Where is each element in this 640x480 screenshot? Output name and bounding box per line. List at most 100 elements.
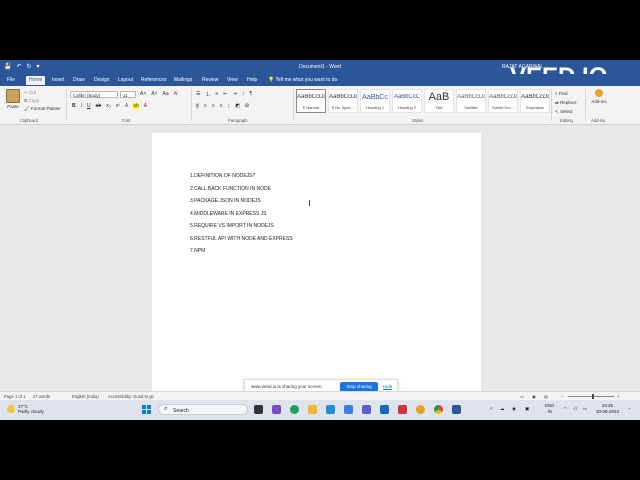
volume-icon[interactable]: ◁ [573, 406, 576, 412]
read-mode-icon[interactable]: ▭ [520, 394, 524, 399]
media-icon[interactable] [398, 405, 407, 414]
zoom-in-icon[interactable]: + [617, 394, 619, 399]
file-explorer-icon[interactable] [308, 405, 317, 414]
system-clock[interactable]: 23:25 30-09-2023 [596, 403, 619, 415]
tab-mailings[interactable]: Mailings [171, 76, 195, 85]
doc-line[interactable]: 1.DEFINITION OF NODEJS? [190, 173, 255, 179]
mail-icon[interactable] [380, 405, 389, 414]
tab-layout[interactable]: Layout [115, 76, 136, 85]
doc-line[interactable]: 4.MIDDLEWARE IN EXPRESS JS [190, 211, 267, 217]
battery-icon[interactable]: ▭ [583, 406, 587, 412]
align-right-icon[interactable]: ≡ [212, 103, 215, 109]
shrink-font-icon[interactable]: A˅ [151, 91, 157, 97]
copy-button[interactable]: ⧉ Copy [24, 97, 61, 105]
app-icon[interactable] [416, 405, 425, 414]
style-normal[interactable]: AaBbCcDd ¶ Normal [296, 89, 326, 113]
numbering-icon[interactable]: ⒈ [205, 91, 210, 98]
justify-icon[interactable]: ≡ [220, 103, 223, 109]
decrease-indent-icon[interactable]: ⇤ [223, 91, 227, 98]
doc-line[interactable]: 3.PACKAGE.JSON IN NODEJS [190, 198, 261, 204]
bullets-icon[interactable]: ☰ [196, 91, 200, 98]
doc-line[interactable]: 5.REQUIRE VS IMPORT IN NODEJS [190, 223, 274, 229]
select-button[interactable]: ↖ Select [555, 107, 577, 116]
tray-chevron-icon[interactable]: ˄ [490, 406, 493, 411]
web-layout-icon[interactable]: ▤ [544, 394, 548, 399]
tab-insert[interactable]: Insert [49, 76, 68, 85]
multilevel-list-icon[interactable]: ≡ [216, 91, 219, 98]
sort-icon[interactable]: ↕ [242, 91, 245, 98]
font-size-select[interactable]: 11 [120, 91, 136, 98]
weather-widget[interactable]: 27°C Partly cloudy [7, 404, 44, 414]
tab-review[interactable]: Review [199, 76, 221, 85]
chat-icon[interactable] [272, 405, 281, 414]
windows-start-icon[interactable] [142, 405, 151, 414]
photos-icon[interactable] [344, 405, 353, 414]
format-painter-button[interactable]: 🖌 Format Painter [24, 105, 61, 113]
store-icon[interactable] [326, 405, 335, 414]
strikethrough-icon[interactable]: ab [96, 103, 102, 109]
doc-line[interactable]: 2.CALL BACK FUNCTION IN NODE [190, 186, 271, 192]
hide-link[interactable]: Hide [383, 384, 392, 389]
cut-button[interactable]: ✂ Cut [24, 89, 61, 97]
chrome-icon[interactable] [434, 405, 443, 414]
style-title[interactable]: AaB Title [424, 89, 454, 113]
page-count[interactable]: Page 1 of 1 [4, 394, 25, 399]
pilcrow-icon[interactable]: ¶ [249, 91, 252, 98]
zoom-slider[interactable] [568, 396, 614, 397]
clear-format-icon[interactable]: A̸ [174, 91, 177, 97]
accessibility-status[interactable]: Accessibility: Good to go [108, 394, 154, 399]
task-view-icon[interactable] [254, 405, 263, 414]
change-case-icon[interactable]: Aa [163, 91, 169, 97]
shading-icon[interactable]: ◩ [235, 103, 240, 109]
zoom-thumb[interactable] [592, 394, 594, 399]
tray-cloud-icon[interactable]: ☁ [500, 406, 504, 412]
increase-indent-icon[interactable]: ⇥ [233, 91, 237, 98]
style-subtle-emphasis[interactable]: AaBbCcDd Subtle Em... [488, 89, 518, 113]
tab-references[interactable]: References [138, 76, 170, 85]
bold-icon[interactable]: B [72, 103, 76, 109]
tray-chat-icon[interactable]: ▣ [525, 406, 529, 412]
borders-icon[interactable]: ⊞ [245, 103, 249, 109]
language-status[interactable]: English (India) [72, 394, 99, 399]
doc-line[interactable]: 6.RESTFUL API WITH NODE AND EXPRESS [190, 236, 293, 242]
doc-line[interactable]: 7.NPM [190, 248, 205, 254]
paste-button[interactable]: Paste [5, 89, 21, 109]
style-heading-2[interactable]: AaBbCcC Heading 2 [392, 89, 422, 113]
align-left-icon[interactable]: ≡ [196, 103, 199, 109]
style-no-spacing[interactable]: AaBbCcDd ¶ No Spac... [328, 89, 358, 113]
zoom-out-icon[interactable]: − [561, 394, 563, 399]
tray-app-icon[interactable]: ◉ [512, 406, 516, 412]
grow-font-icon[interactable]: A˄ [140, 91, 146, 97]
font-name-select[interactable]: Calibri (Body) [70, 91, 118, 98]
tab-design[interactable]: Design [91, 76, 113, 85]
tab-file[interactable]: File [4, 76, 18, 85]
superscript-icon[interactable]: x² [116, 103, 120, 109]
tab-draw[interactable]: Draw [70, 76, 88, 85]
find-button[interactable]: ⌕ Find [555, 89, 577, 98]
tab-view[interactable]: View [224, 76, 241, 85]
align-center-icon[interactable]: ≡ [204, 103, 207, 109]
tab-home[interactable]: Home [26, 76, 46, 85]
language-indicator[interactable]: ENG IN [545, 403, 554, 415]
line-spacing-icon[interactable]: ↨ [228, 103, 231, 109]
word-count[interactable]: 27 words [33, 394, 50, 399]
addins-button[interactable]: Add-ins [588, 89, 610, 104]
tab-help[interactable]: Help [244, 76, 260, 85]
taskbar-search[interactable]: ⌕ Search [158, 404, 248, 415]
tell-me-box[interactable]: 💡 Tell me what you want to do [268, 76, 337, 85]
word-icon[interactable] [452, 405, 461, 414]
text-effects-icon[interactable]: A [125, 103, 128, 109]
document-page[interactable]: 1.DEFINITION OF NODEJS? 2.CALL BACK FUNC… [152, 133, 481, 391]
wifi-icon[interactable]: ◠ [563, 406, 567, 412]
style-heading-1[interactable]: AaBbCc Heading 1 [360, 89, 390, 113]
style-subtitle[interactable]: AaBbCcDd Subtitle [456, 89, 486, 113]
highlight-icon[interactable]: ab [133, 103, 139, 109]
print-layout-icon[interactable]: ▣ [532, 394, 536, 399]
underline-icon[interactable]: U [87, 103, 91, 109]
replace-button[interactable]: ⇄ Replace [555, 98, 577, 107]
teams-icon[interactable] [362, 405, 371, 414]
subscript-icon[interactable]: x₂ [106, 103, 110, 109]
font-color-icon[interactable]: A [144, 103, 147, 109]
italic-icon[interactable]: I [81, 103, 82, 109]
notification-icon[interactable]: ◔ [628, 406, 631, 411]
